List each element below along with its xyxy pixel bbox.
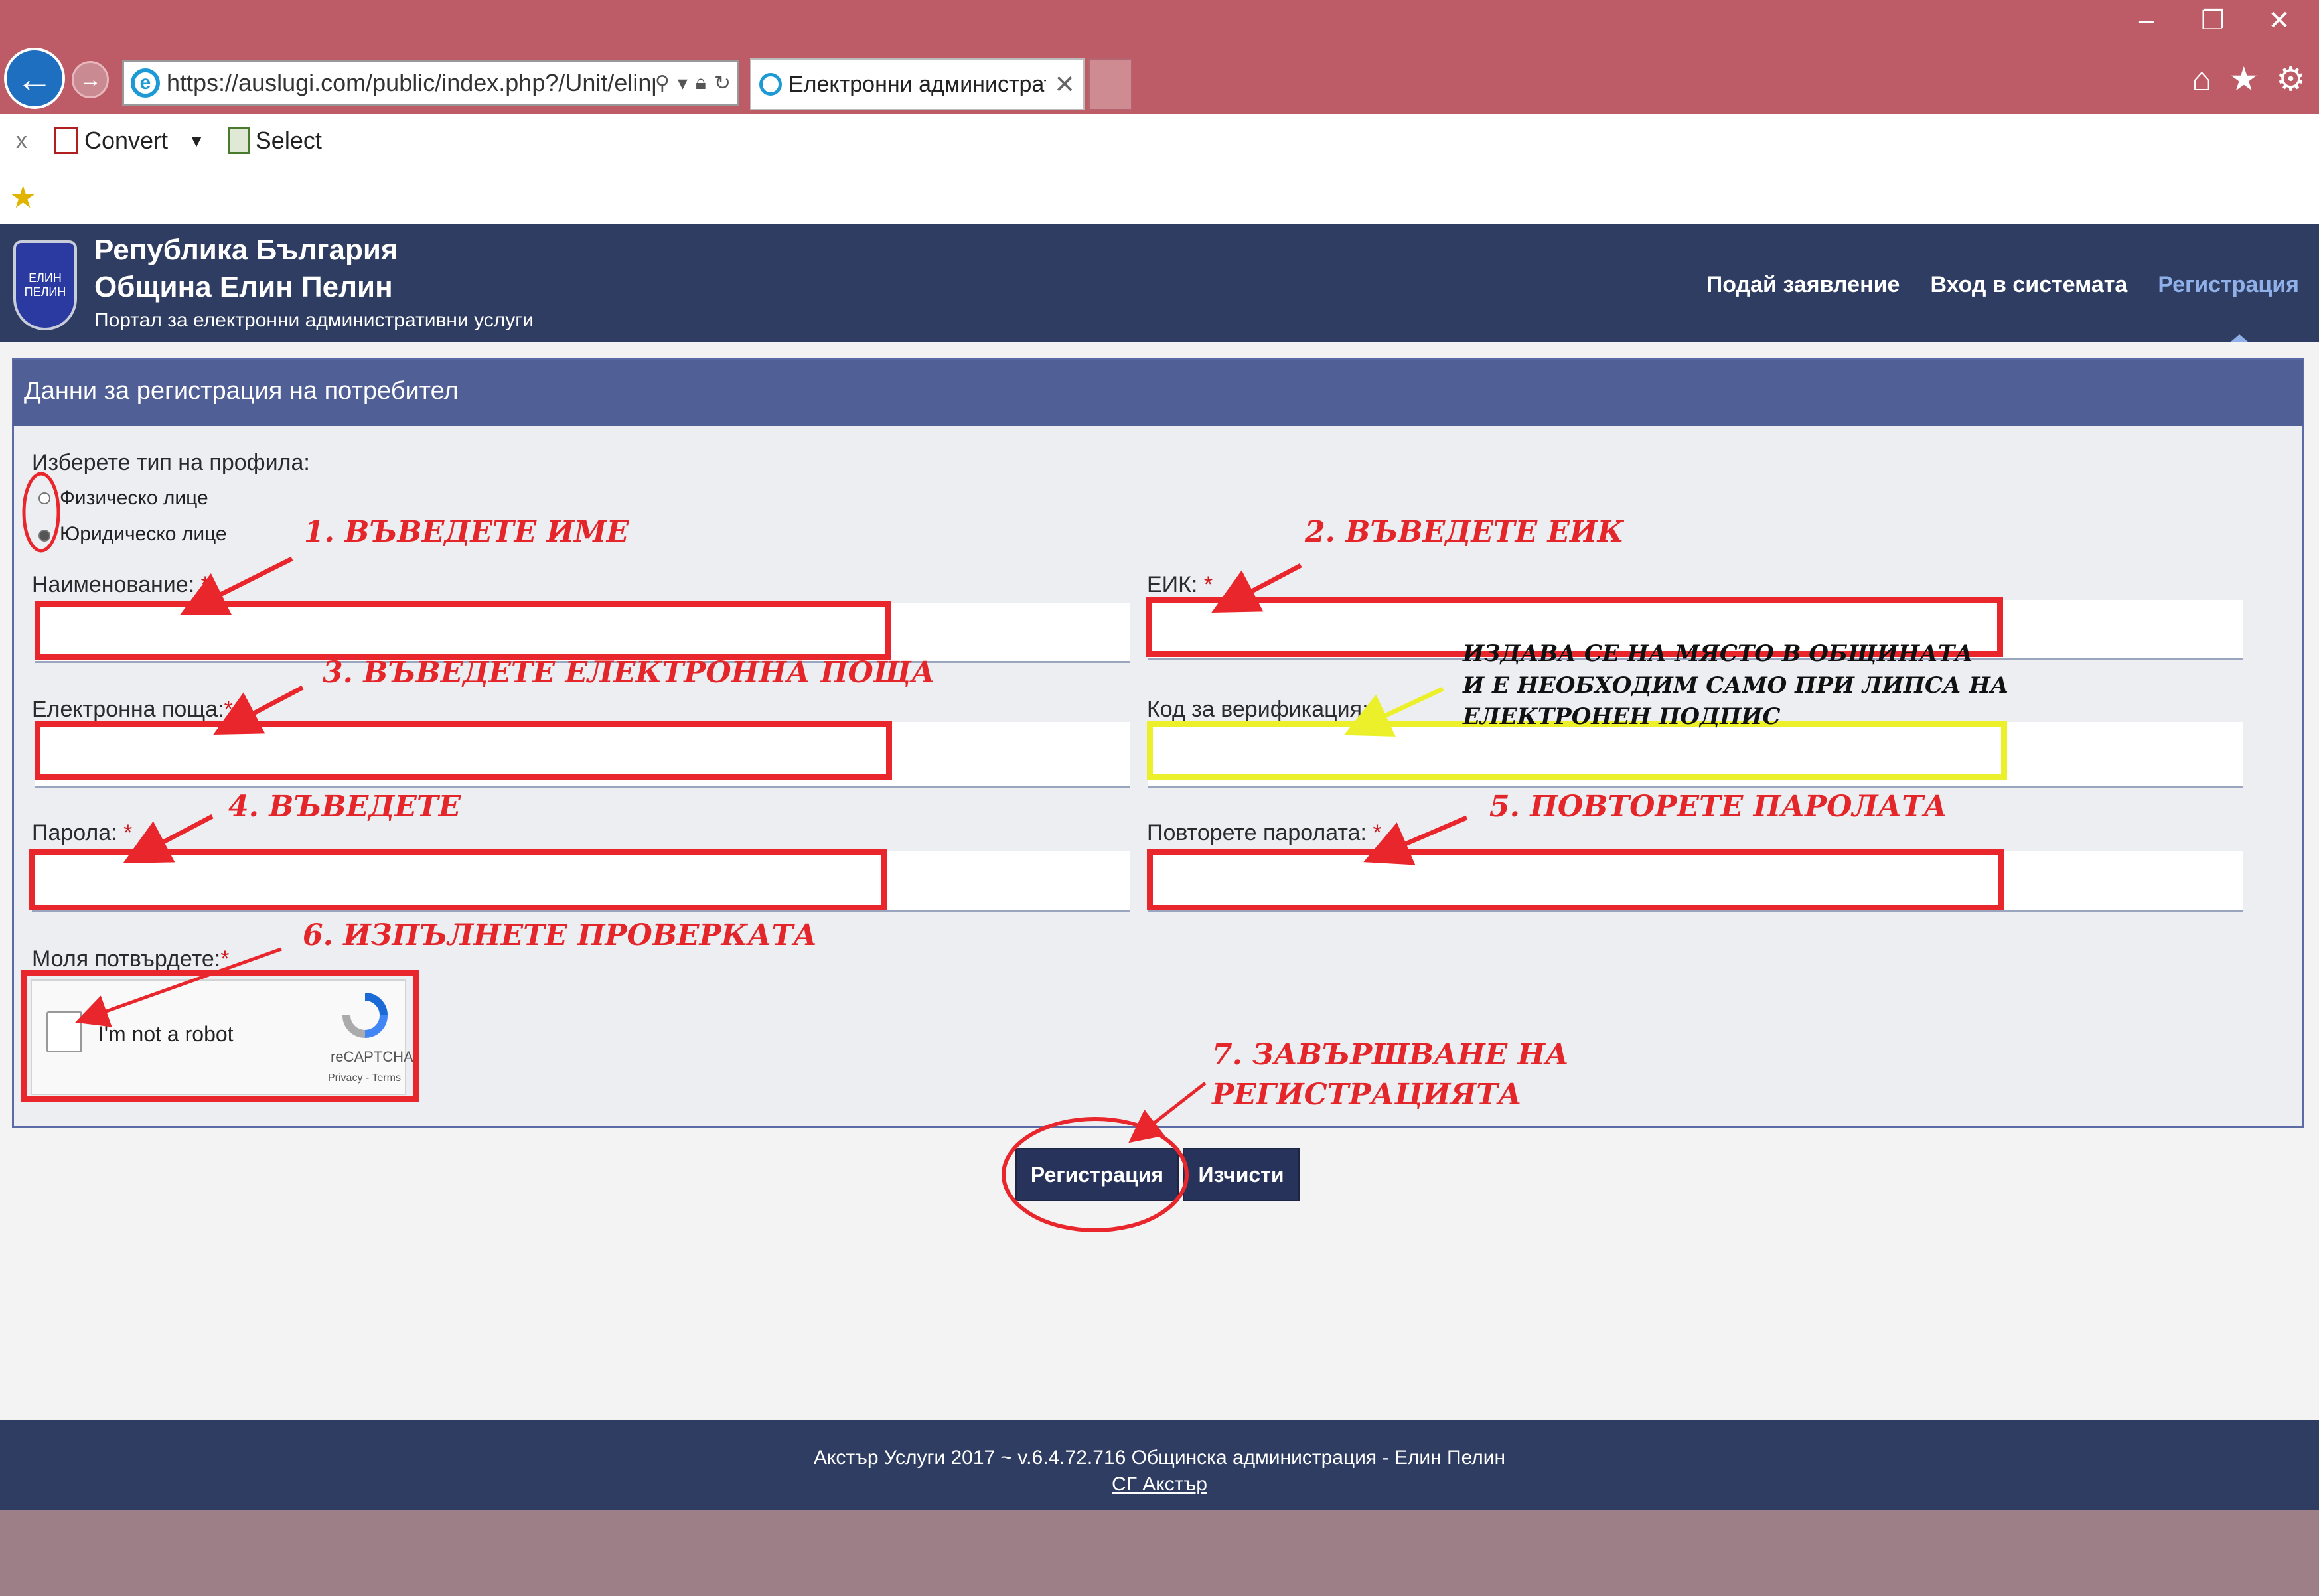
annotation-ring-radio: [22, 472, 60, 553]
arrow-step2: [1211, 563, 1302, 613]
arrow-step3: [213, 685, 304, 735]
annotation-arrows: [22, 472, 1468, 1232]
bottom-band: [0, 1510, 2319, 1596]
arrow-step1: [179, 556, 293, 615]
footer-link[interactable]: СГ Акстър: [0, 1473, 2319, 1496]
arrow-step5: [1363, 815, 1468, 865]
footer-text: Акстър Услуги 2017 ~ v.6.4.72.716 Общинс…: [813, 1447, 1506, 1469]
arrow-step7: [1128, 1082, 1207, 1143]
annotation-ring-register: [1002, 1117, 1189, 1232]
arrow-verification: [1343, 686, 1444, 737]
arrow-step6: [75, 947, 282, 1027]
arrow-step4: [123, 814, 214, 864]
